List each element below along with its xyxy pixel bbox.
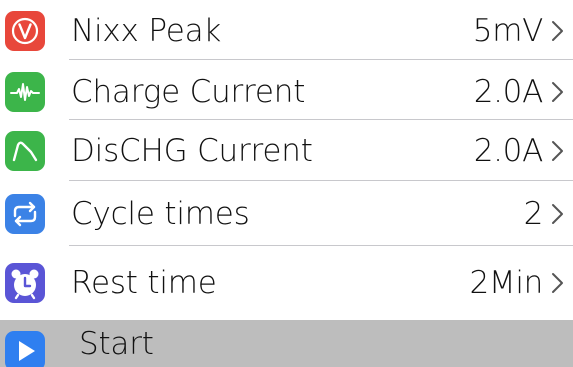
row-value: 2.0A <box>473 73 544 110</box>
divider <box>69 59 573 60</box>
chevron-right-icon <box>552 272 563 293</box>
alarm-clock-icon <box>5 262 45 303</box>
settings-list: Nixx Peak 5mV Charge Current 2.0A DisCHG… <box>0 0 573 367</box>
row-value: 2.0A <box>473 132 544 169</box>
row-rest-time[interactable]: Rest time 2Min <box>0 252 573 313</box>
chevron-right-icon <box>552 20 563 41</box>
divider <box>69 180 573 181</box>
row-label: DisCHG Current <box>71 132 313 169</box>
row-value: 5mV <box>472 12 544 49</box>
row-label: Rest time <box>71 264 217 301</box>
play-icon <box>5 331 45 367</box>
chevron-right-icon <box>552 140 563 161</box>
chevron-right-icon <box>552 81 563 102</box>
row-charge-current[interactable]: Charge Current 2.0A <box>0 61 573 122</box>
chevron-right-icon <box>552 203 563 224</box>
pulse-wave-icon <box>5 71 45 112</box>
v-circle-icon <box>5 10 45 51</box>
row-label: Nixx Peak <box>71 12 222 49</box>
row-value: 2 <box>523 195 544 232</box>
row-cycle-times[interactable]: Cycle times 2 <box>0 183 573 244</box>
row-value: 2Min <box>469 264 543 301</box>
repeat-icon <box>5 193 45 234</box>
row-label: Charge Current <box>71 73 306 110</box>
row-dischg-current[interactable]: DisCHG Current 2.0A <box>0 120 573 181</box>
discharge-curve-icon <box>5 130 45 171</box>
row-nixx-peak[interactable]: Nixx Peak 5mV <box>0 0 573 61</box>
start-label: Start <box>79 325 154 362</box>
row-label: Cycle times <box>71 195 250 232</box>
divider <box>69 245 573 246</box>
start-button[interactable]: Start <box>0 320 573 367</box>
